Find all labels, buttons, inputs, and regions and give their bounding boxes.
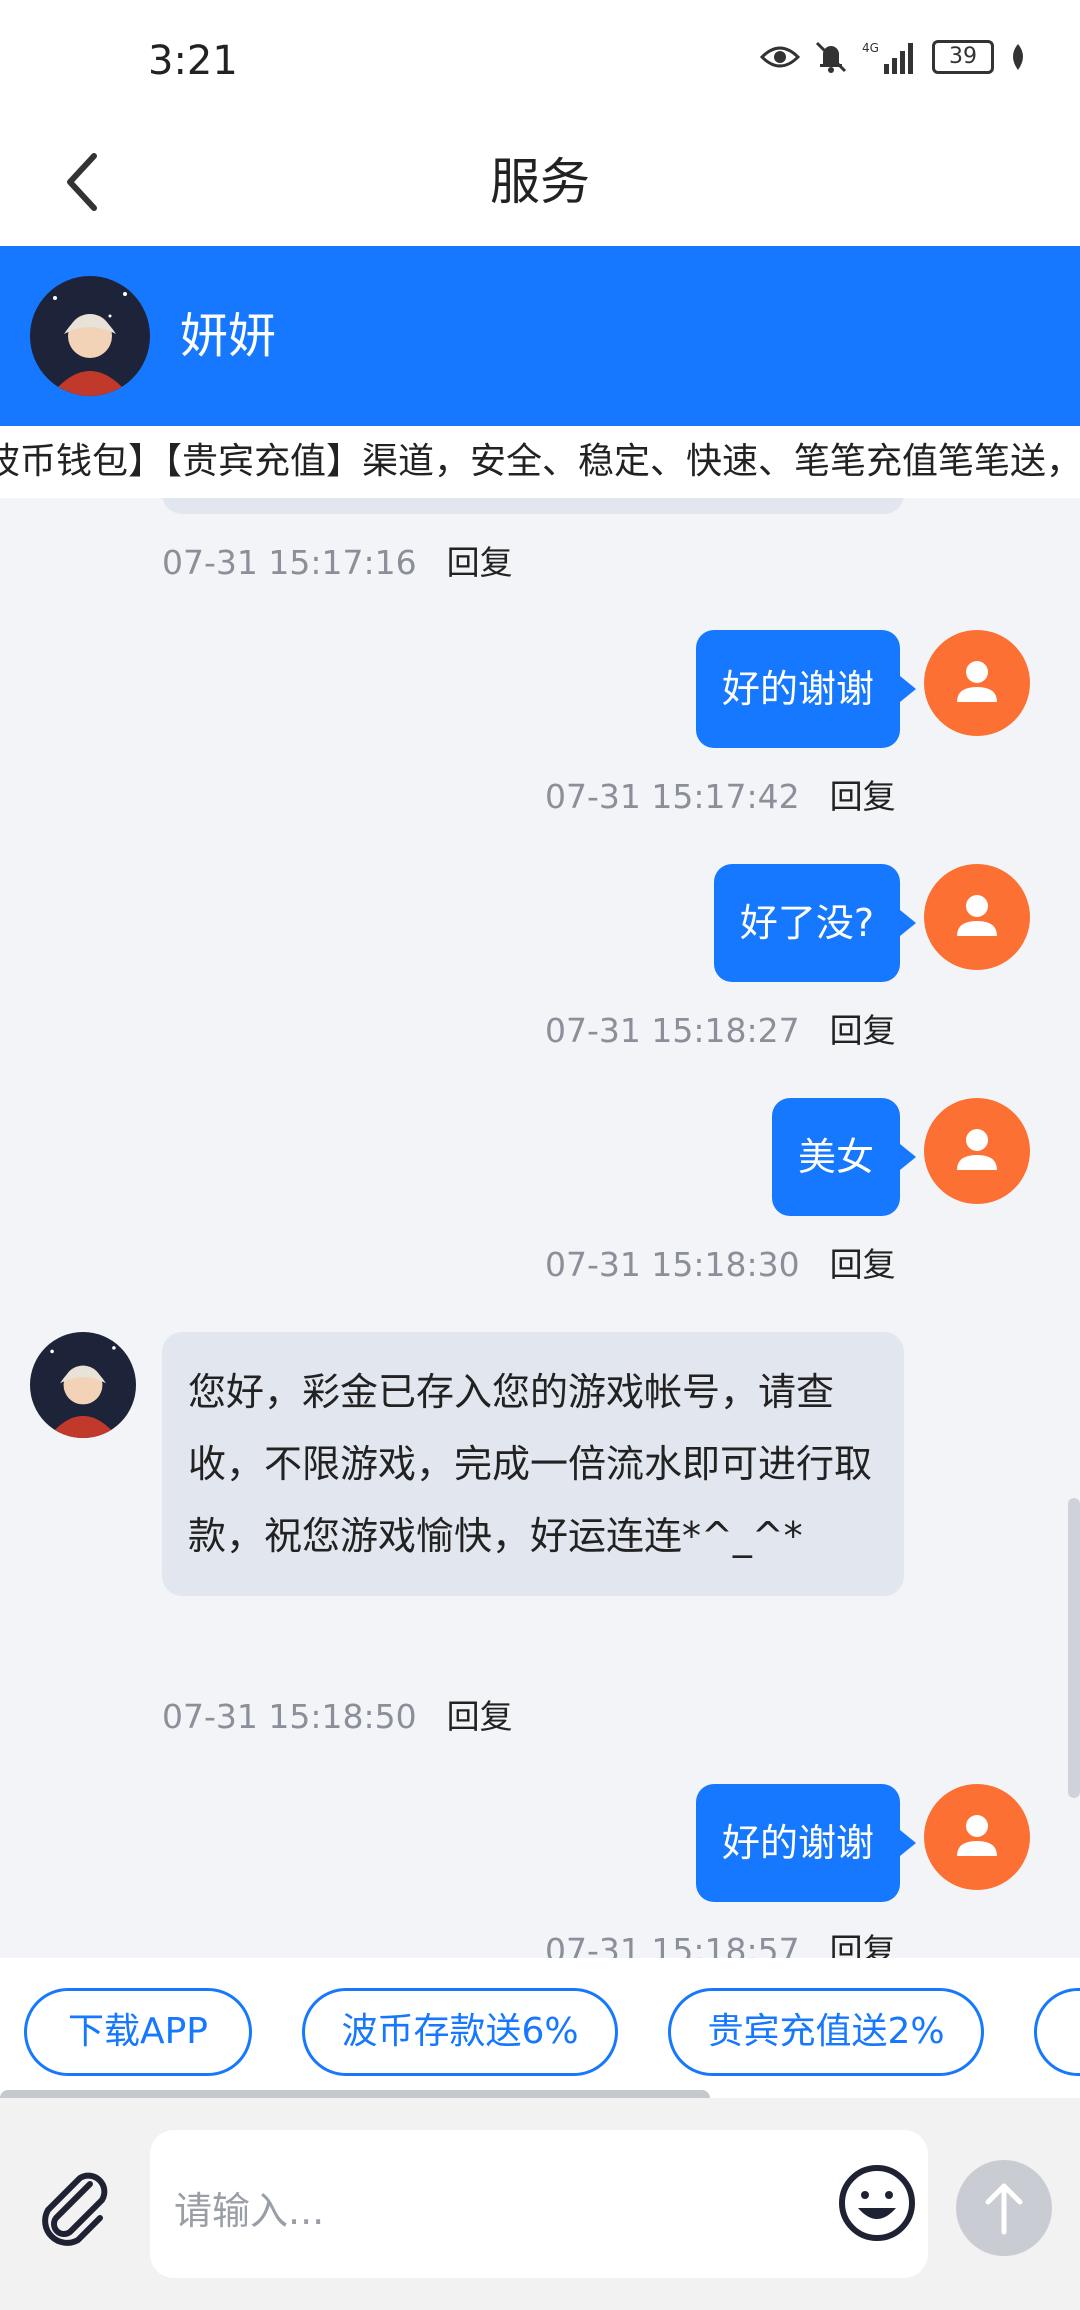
message-time: 07-31 15:18:50	[162, 1697, 417, 1736]
agent-header: 妍妍	[0, 246, 1080, 426]
eye-icon	[760, 46, 800, 68]
input-placeholder: 请输入...	[174, 2189, 325, 2233]
message-time: 07-31 15:18:27	[545, 1011, 800, 1050]
message-bubble-outgoing: 美女	[771, 1098, 917, 1216]
reply-button[interactable]: 回复	[830, 1931, 896, 1958]
reply-button[interactable]: 回复	[830, 1011, 896, 1050]
battery-icon: 39	[932, 40, 994, 74]
message-time: 07-31 15:18:30	[545, 1245, 800, 1284]
signal-4g-icon: 4G	[862, 41, 913, 74]
message-time: 07-31 15:17:42	[545, 777, 800, 816]
status-bar: 3:21 4G 39	[0, 0, 1080, 120]
svg-text:4G: 4G	[862, 41, 879, 55]
message-bubble-outgoing: 好的谢谢	[695, 1784, 917, 1902]
message-bubble-incoming	[162, 498, 904, 514]
message-bubble-outgoing: 好了没?	[713, 864, 917, 982]
message-time: 07-31 15:17:16	[162, 543, 417, 582]
message-meta: 07-31 15:18:27 回复	[545, 1004, 896, 1052]
message-meta: 07-31 15:18:57 回复	[545, 1924, 896, 1958]
message-bubble-incoming: 您好，彩金已存入您的游戏帐号，请查收，不限游戏，完成一倍流水即可进行取款，祝您游…	[162, 1332, 904, 1596]
agent-avatar[interactable]	[30, 276, 150, 396]
message-input[interactable]: 请输入...	[150, 2130, 928, 2278]
reply-button[interactable]: 回复	[447, 1697, 513, 1736]
bell-muted-icon	[815, 41, 847, 73]
paperclip-icon	[42, 2172, 108, 2246]
message-meta: 07-31 15:18:50 回复	[162, 1690, 513, 1738]
user-icon	[957, 1815, 997, 1856]
smiley-icon	[839, 2165, 915, 2241]
message-bubble-outgoing: 好的谢谢	[695, 630, 917, 748]
user-avatar	[924, 1784, 1030, 1890]
user-avatar	[924, 864, 1030, 970]
reply-button[interactable]: 回复	[830, 777, 896, 816]
chat-scrollbar[interactable]	[1068, 1498, 1080, 1798]
attach-button[interactable]	[30, 2162, 120, 2252]
chat-area[interactable]: 07-31 15:17:16 回复 好的谢谢 07-31 15:17:42 回复 好…	[0, 498, 1080, 1958]
emoji-button[interactable]	[834, 2160, 920, 2246]
reply-button[interactable]: 回复	[830, 1245, 896, 1284]
user-avatar	[924, 1098, 1030, 1204]
quick-reply-chip[interactable]: 下载APP	[24, 1988, 252, 2076]
reply-button[interactable]: 回复	[447, 543, 513, 582]
nav-bar: 服务	[0, 120, 1080, 246]
announcement-marquee: 波币钱包】【贵宾充值】渠道，安全、稳定、快速、笔笔充值笔笔送，	[0, 426, 1080, 498]
send-button[interactable]	[956, 2160, 1052, 2256]
quick-reply-chip[interactable]: 贵宾充值送2%	[668, 1988, 984, 2076]
status-time: 3:21	[148, 38, 238, 84]
quick-reply-chip-partial[interactable]	[1034, 1988, 1080, 2076]
leaf-icon	[1013, 44, 1023, 70]
announcement-text: 波币钱包】【贵宾充值】渠道，安全、稳定、快速、笔笔充值笔笔送，	[0, 441, 1080, 482]
input-bar: 请输入...	[0, 2098, 1080, 2310]
arrow-up-icon	[985, 2183, 1023, 2235]
user-avatar	[924, 630, 1030, 736]
page-title: 服务	[490, 153, 590, 211]
message-time: 07-31 15:18:57	[545, 1931, 800, 1958]
message-meta: 07-31 15:17:16 回复	[162, 536, 513, 584]
agent-avatar[interactable]	[30, 1332, 136, 1438]
user-icon	[957, 661, 997, 702]
user-icon	[957, 1129, 997, 1170]
quick-reply-bar[interactable]: 下载APP 波币存款送6% 贵宾充值送2%	[0, 1958, 1080, 2098]
agent-name: 妍妍	[180, 308, 277, 364]
user-icon	[957, 895, 997, 936]
quick-reply-chip[interactable]: 波币存款送6%	[302, 1988, 618, 2076]
status-icons: 4G 39	[760, 40, 1028, 74]
message-meta: 07-31 15:18:30 回复	[545, 1238, 896, 1286]
message-meta: 07-31 15:17:42 回复	[545, 770, 896, 818]
